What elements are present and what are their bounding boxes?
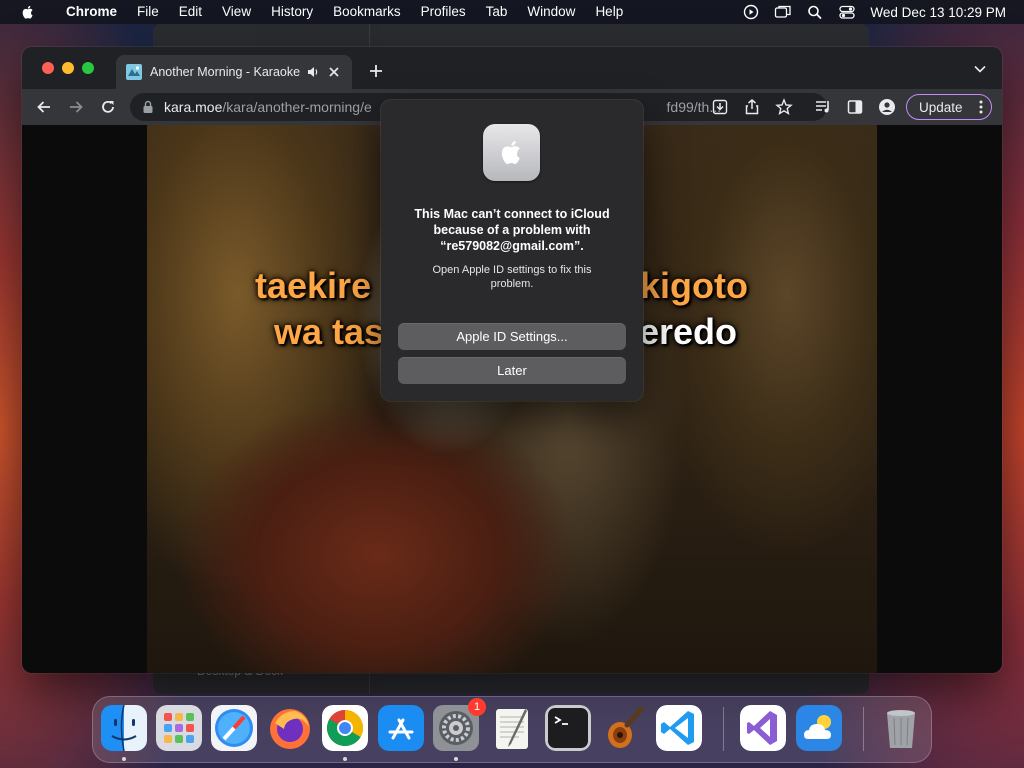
- running-indicator: [454, 757, 458, 761]
- chevron-down-icon[interactable]: [974, 65, 986, 73]
- lyric-line2-sung: wa tas: [274, 311, 385, 352]
- notification-badge: 1: [468, 698, 486, 716]
- dock: 1: [92, 696, 932, 763]
- firefox-icon[interactable]: [267, 705, 313, 751]
- system-settings-app[interactable]: 1: [433, 698, 486, 751]
- url-host: kara.moe: [164, 99, 223, 115]
- bookmark-star-icon[interactable]: [775, 98, 793, 116]
- menu-tab[interactable]: Tab: [476, 0, 518, 24]
- update-button[interactable]: Update: [906, 94, 992, 120]
- menu-window[interactable]: Window: [517, 0, 585, 24]
- app-store-icon[interactable]: [378, 705, 424, 751]
- update-button-label: Update: [919, 99, 963, 115]
- share-icon[interactable]: [743, 98, 761, 116]
- minimize-window-button[interactable]: [62, 62, 74, 74]
- chrome-icon[interactable]: [322, 705, 368, 751]
- search-icon[interactable]: [806, 4, 824, 20]
- vscode-icon[interactable]: [656, 705, 702, 751]
- dock-separator: [863, 707, 864, 751]
- url-path: /kara/another-morning/e: [222, 99, 372, 115]
- media-controls-icon[interactable]: [814, 98, 832, 116]
- menubar-clock[interactable]: Wed Dec 13 10:29 PM: [870, 5, 1006, 20]
- tab-active[interactable]: Another Morning - Karaoke: [116, 55, 352, 89]
- menu-history[interactable]: History: [261, 0, 323, 24]
- back-arrow-icon[interactable]: [35, 98, 53, 116]
- garageband-icon[interactable]: [600, 705, 646, 751]
- play-circle-icon[interactable]: [742, 4, 760, 20]
- reload-icon[interactable]: [99, 98, 117, 116]
- dock-separator: [723, 707, 724, 751]
- apple-id-settings-button[interactable]: Apple ID Settings...: [398, 323, 626, 350]
- more-vert-icon[interactable]: [979, 99, 983, 115]
- textedit-icon[interactable]: [489, 705, 535, 751]
- forward-arrow-icon[interactable]: [67, 98, 85, 116]
- trash-icon[interactable]: [878, 705, 924, 751]
- terminal-icon[interactable]: [545, 705, 591, 751]
- later-button[interactable]: Later: [398, 357, 626, 384]
- screens-icon[interactable]: [774, 4, 792, 20]
- menu-edit[interactable]: Edit: [169, 0, 212, 24]
- lyric-line1-sung: taekire: [255, 265, 372, 306]
- lock-icon[interactable]: [142, 100, 154, 114]
- side-panel-icon[interactable]: [846, 98, 864, 116]
- window-controls: [42, 62, 94, 74]
- launchpad-icon[interactable]: [156, 705, 202, 751]
- menu-file[interactable]: File: [127, 0, 169, 24]
- apple-menu-icon[interactable]: [20, 4, 36, 20]
- menu-bookmarks[interactable]: Bookmarks: [323, 0, 411, 24]
- apple-logo-icon: [483, 124, 540, 181]
- audio-playing-icon[interactable]: [306, 65, 320, 79]
- finder-icon[interactable]: [101, 705, 147, 751]
- alert-title: This Mac can’t connect to iCloud because…: [414, 207, 610, 253]
- tab-title: Another Morning - Karaoke: [150, 65, 300, 79]
- menu-bar: Chrome File Edit View History Bookmarks …: [0, 0, 1024, 24]
- menu-profiles[interactable]: Profiles: [411, 0, 476, 24]
- kara-moe-favicon: [126, 64, 142, 80]
- menu-view[interactable]: View: [212, 0, 261, 24]
- running-indicator: [122, 757, 126, 761]
- close-icon[interactable]: [328, 66, 340, 78]
- safari-icon[interactable]: [211, 705, 257, 751]
- lyric-line2-unsung: eredo: [639, 311, 738, 352]
- download-icon[interactable]: [711, 98, 729, 116]
- running-indicator: [343, 757, 347, 761]
- menu-help[interactable]: Help: [585, 0, 633, 24]
- visual-studio-icon[interactable]: [740, 705, 786, 751]
- alert-message: Open Apple ID settings to fix this probl…: [432, 264, 592, 290]
- weather-icon[interactable]: [796, 705, 842, 751]
- zoom-window-button[interactable]: [82, 62, 94, 74]
- tab-strip: Another Morning - Karaoke: [22, 47, 1002, 89]
- close-window-button[interactable]: [42, 62, 54, 74]
- profile-icon[interactable]: [878, 98, 896, 116]
- menu-chrome[interactable]: Chrome: [56, 0, 127, 24]
- control-center-icon[interactable]: [838, 4, 856, 20]
- new-tab-button[interactable]: [368, 63, 384, 79]
- icloud-alert-dialog: This Mac can’t connect to iCloud because…: [381, 100, 643, 401]
